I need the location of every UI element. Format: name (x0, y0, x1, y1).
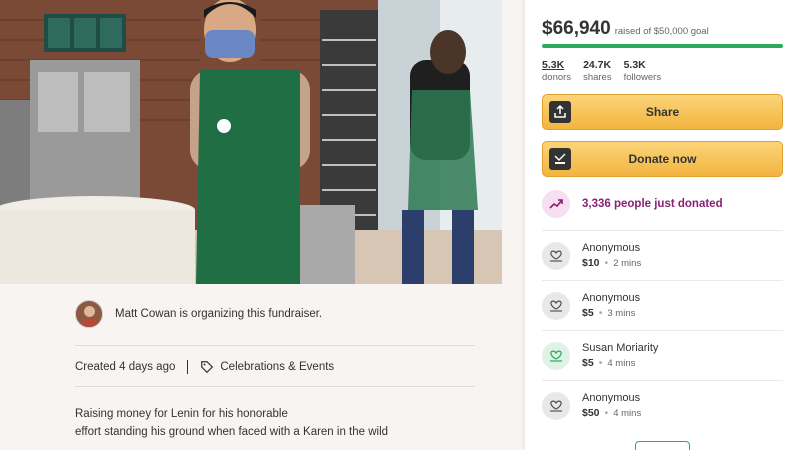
organizer-avatar[interactable] (75, 300, 103, 328)
trend-text: 3,336 people just donated (582, 198, 723, 210)
donation-amount: $10 (582, 257, 600, 269)
donor-name: Anonymous (582, 392, 641, 404)
story-line: effort standing his ground when faced wi… (75, 426, 389, 438)
meta-separator (187, 360, 189, 374)
stat-shares: 24.7K shares (583, 59, 612, 83)
fundraiser-meta: Created 4 days ago Celebrations & Events (75, 360, 334, 374)
stat-number: 5.3K (623, 59, 646, 71)
created-date: Created 4 days ago (75, 361, 176, 373)
raised-amount: $66,940 (542, 18, 611, 39)
donation-item: Anonymous $5 • 3 mins (542, 280, 783, 330)
progress-fill (542, 44, 783, 48)
see-all-button[interactable] (635, 441, 690, 450)
donation-amount: $50 (582, 407, 600, 419)
donor-name: Anonymous (582, 292, 641, 304)
tag-icon (201, 361, 214, 374)
dot-separator: • (598, 357, 603, 369)
divider (75, 386, 475, 387)
donation-item: Susan Moriarity $5 • 4 mins (542, 330, 783, 380)
stat-donors[interactable]: 5.3K donors (542, 59, 571, 83)
stat-label: shares (583, 72, 612, 83)
organizer-row: Matt Cowan is organizing this fundraiser… (75, 300, 322, 328)
share-button-label: Share (645, 105, 680, 119)
donation-time: 2 mins (613, 258, 642, 269)
stats-row: 5.3K donors 24.7K shares 5.3K followers (542, 59, 673, 83)
stat-label: followers (623, 72, 662, 83)
donate-button-label: Donate now (628, 152, 697, 166)
stat-number: 24.7K (583, 59, 612, 71)
share-button[interactable]: Share (542, 94, 783, 130)
heart-hand-icon (542, 241, 570, 270)
heart-hand-icon (542, 341, 570, 370)
organizer-text: Matt Cowan is organizing this fundraiser… (115, 308, 323, 320)
recent-donations-trend: 3,336 people just donated (542, 190, 723, 218)
donation-amount: $5 (582, 357, 594, 369)
dot-separator: • (604, 257, 609, 269)
dot-separator: • (604, 407, 609, 419)
story-line: Raising money for Lenin for his honorabl… (75, 408, 288, 420)
stat-label: donors (542, 72, 572, 83)
stat-followers: 5.3K followers (624, 59, 662, 83)
heart-hand-icon (542, 391, 570, 420)
progress-bar (542, 44, 783, 48)
category-link[interactable]: Celebrations & Events (220, 361, 334, 373)
donation-time: 4 mins (613, 408, 642, 419)
fundraiser-story: Raising money for Lenin for his honorabl… (75, 405, 455, 441)
donation-item: Anonymous $10 • 2 mins (542, 230, 783, 280)
divider (75, 345, 475, 346)
dot-separator: • (598, 307, 603, 319)
donation-time: 4 mins (607, 358, 636, 369)
amount-raised: $66,940 raised of $50,000 goal (542, 18, 709, 40)
share-upload-icon (549, 101, 571, 123)
donation-card: $66,940 raised of $50,000 goal 5.3K dono… (525, 0, 800, 450)
goal-text: raised of $50,000 goal (614, 26, 709, 37)
donation-time: 3 mins (607, 308, 636, 319)
trending-up-icon (542, 190, 570, 218)
donor-name: Anonymous (582, 242, 641, 254)
heart-hand-icon (542, 291, 570, 320)
donation-item: Anonymous $50 • 4 mins (542, 380, 783, 430)
donate-money-icon (549, 148, 571, 170)
donate-button[interactable]: Donate now (542, 141, 783, 177)
donor-name: Susan Moriarity (582, 342, 659, 354)
campaign-photo (0, 0, 502, 284)
stat-number: 5.3K (542, 59, 565, 71)
donation-amount: $5 (582, 307, 594, 319)
